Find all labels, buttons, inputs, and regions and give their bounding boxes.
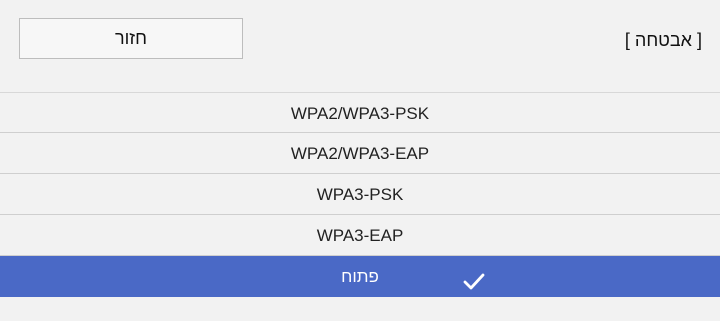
- option-open[interactable]: פתוח: [0, 256, 720, 297]
- option-wpa2-wpa3-psk[interactable]: WPA2/WPA3-PSK: [0, 92, 720, 133]
- check-icon: [462, 266, 486, 290]
- option-wpa3-eap[interactable]: WPA3-EAP: [0, 215, 720, 256]
- option-label: WPA3-EAP: [316, 226, 404, 245]
- option-label: פתוח: [341, 267, 379, 286]
- option-label: WPA3-PSK: [316, 185, 404, 204]
- security-options-list: WPA2/WPA3-PSK WPA2/WPA3-EAP WPA3-PSK WPA…: [0, 92, 720, 313]
- page-title: [ אבטחה ]: [624, 30, 702, 50]
- list-footer: [0, 297, 720, 313]
- back-button[interactable]: חזור: [19, 18, 243, 59]
- header: חזור [ אבטחה ]: [0, 0, 720, 92]
- option-wpa2-wpa3-eap[interactable]: WPA2/WPA3-EAP: [0, 133, 720, 174]
- option-label: WPA2/WPA3-EAP: [290, 144, 430, 163]
- option-label: WPA2/WPA3-PSK: [290, 104, 430, 123]
- option-wpa3-psk[interactable]: WPA3-PSK: [0, 174, 720, 215]
